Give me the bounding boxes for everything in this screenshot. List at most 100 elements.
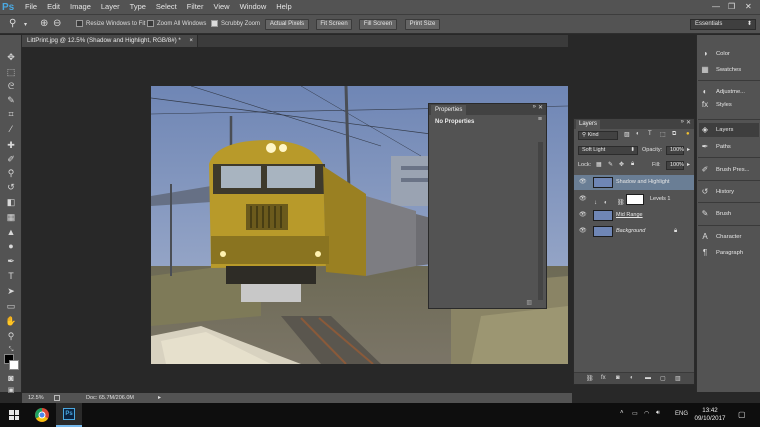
dock-item-swatches[interactable]: ▦ Swatches xyxy=(699,63,759,77)
minimize-button[interactable]: — xyxy=(712,2,720,11)
dock-item-paths[interactable]: ✒ Paths xyxy=(699,140,759,154)
blend-mode-select[interactable]: Soft Light ⬍ xyxy=(578,146,638,155)
zoom-tool-icon[interactable]: ⚲ xyxy=(9,18,16,29)
menu-help[interactable]: Help xyxy=(271,0,296,14)
wifi-icon[interactable]: ◠ xyxy=(644,410,649,417)
menu-edit[interactable]: Edit xyxy=(42,0,65,14)
gradient-tool-icon[interactable]: ▦ xyxy=(4,211,18,223)
layer-mask-thumbnail[interactable] xyxy=(626,194,644,205)
layer-row[interactable]: 👁︎ Shadow and Highlight xyxy=(574,175,694,190)
add-style-icon[interactable]: fx xyxy=(601,375,606,381)
filter-adjustment-icon[interactable]: ◐ xyxy=(636,131,640,137)
clone-stamp-tool-icon[interactable]: ⚲ xyxy=(4,167,18,179)
marquee-tool-icon[interactable]: ⬚ xyxy=(4,66,18,78)
close-icon[interactable]: ✕ xyxy=(538,104,543,111)
actual-pixels-button[interactable]: Actual Pixels xyxy=(265,19,309,30)
eraser-tool-icon[interactable]: ◧ xyxy=(4,196,18,208)
path-selection-tool-icon[interactable]: ➤ xyxy=(4,285,18,297)
status-export-icon[interactable] xyxy=(54,395,60,401)
dodge-tool-icon[interactable]: ● xyxy=(4,240,18,252)
lasso-tool-icon[interactable]: ᘓ xyxy=(4,80,18,92)
lock-pixels-icon[interactable]: ✎ xyxy=(608,161,613,168)
zoom-in-icon[interactable]: ⊕ xyxy=(40,18,48,29)
menu-image[interactable]: Image xyxy=(65,0,96,14)
filter-toggle-icon[interactable]: ● xyxy=(686,131,690,137)
language-indicator[interactable]: ENG xyxy=(675,411,688,417)
menu-select[interactable]: Select xyxy=(151,0,182,14)
status-menu-arrow-icon[interactable]: ▸ xyxy=(158,393,161,403)
quick-select-tool-icon[interactable]: ✎ xyxy=(4,94,18,106)
close-button[interactable]: ✕ xyxy=(745,2,752,11)
menu-file[interactable]: File xyxy=(20,0,42,14)
layer-row[interactable]: 👁︎ Background 🔒︎ xyxy=(574,224,694,239)
lock-all-icon[interactable]: 🔒︎ xyxy=(631,161,634,168)
zoom-all-windows-checkbox[interactable]: Zoom All Windows xyxy=(147,20,206,27)
add-mask-icon[interactable]: ◙ xyxy=(616,375,620,381)
healing-brush-tool-icon[interactable]: ✚ xyxy=(4,139,18,151)
notifications-icon[interactable]: ▢ xyxy=(738,410,746,419)
network-icon[interactable]: ▭ xyxy=(632,410,638,417)
rectangle-tool-icon[interactable]: ▭ xyxy=(4,300,18,312)
tab-layers[interactable]: Layers xyxy=(576,120,601,129)
fit-screen-button[interactable]: Fit Screen xyxy=(316,19,352,30)
properties-scrollbar[interactable] xyxy=(538,142,543,300)
filter-shape-icon[interactable]: ⬚ xyxy=(660,131,666,138)
volume-icon[interactable]: 🔊︎ xyxy=(656,410,660,417)
dock-item-layers[interactable]: ◈ Layers xyxy=(699,123,759,137)
print-size-button[interactable]: Print Size xyxy=(405,19,440,30)
lock-transparent-icon[interactable]: ▦ xyxy=(596,161,602,168)
filter-pixel-icon[interactable]: ▨ xyxy=(624,131,630,138)
link-layers-icon[interactable]: ⛓ xyxy=(586,375,594,382)
new-adjustment-icon[interactable]: ◐ xyxy=(630,375,634,381)
panel-menu-icon[interactable]: ≡ xyxy=(538,116,542,123)
dock-item-character[interactable]: A Character xyxy=(699,230,759,244)
chrome-taskbar-icon[interactable] xyxy=(29,403,55,427)
crop-tool-icon[interactable]: ⌗ xyxy=(4,108,18,120)
type-tool-icon[interactable]: T xyxy=(4,270,18,282)
layer-row[interactable]: 👁︎ ↓ ◐ ⛓ Levels 1 xyxy=(574,192,694,207)
resize-windows-checkbox[interactable]: Resize Windows to Fit xyxy=(76,20,145,27)
close-icon[interactable]: ✕ xyxy=(686,119,691,126)
blur-tool-icon[interactable]: ▲ xyxy=(4,226,18,238)
fill-screen-button[interactable]: Fill Screen xyxy=(359,19,397,30)
dock-item-history[interactable]: ↺ History xyxy=(699,185,759,199)
dock-item-adjustments[interactable]: ◐ Adjustme... xyxy=(699,85,759,99)
chevron-down-icon[interactable]: ▸ xyxy=(687,146,690,153)
eyedropper-tool-icon[interactable]: ⁄ xyxy=(4,123,18,135)
collapse-icon[interactable]: » xyxy=(681,119,684,125)
dock-item-brush[interactable]: ✎ Brush xyxy=(699,207,759,221)
restore-button[interactable]: ❐ xyxy=(728,2,735,11)
move-tool-icon[interactable]: ✥ xyxy=(4,51,18,63)
history-brush-tool-icon[interactable]: ↺ xyxy=(4,181,18,193)
opacity-input[interactable]: 100% xyxy=(666,146,684,155)
hand-tool-icon[interactable]: ✋ xyxy=(4,315,18,327)
lock-position-icon[interactable]: ✥ xyxy=(619,161,624,168)
visibility-eye-icon[interactable]: 👁︎ xyxy=(579,208,587,223)
zoom-tool-icon[interactable]: ⚲ xyxy=(4,330,18,342)
quick-mask-icon[interactable]: ◙ xyxy=(4,372,18,384)
zoom-level[interactable]: 12.5% xyxy=(28,393,44,403)
menu-view[interactable]: View xyxy=(208,0,234,14)
pen-tool-icon[interactable]: ✒ xyxy=(4,255,18,267)
menu-layer[interactable]: Layer xyxy=(96,0,125,14)
trash-icon[interactable]: ▥ xyxy=(526,299,532,306)
menu-window[interactable]: Window xyxy=(235,0,272,14)
close-tab-icon[interactable]: × xyxy=(189,35,193,47)
new-layer-icon[interactable]: ▢ xyxy=(660,375,666,382)
fill-input[interactable]: 100% xyxy=(666,161,684,170)
scrubby-zoom-checkbox[interactable]: Scrubby Zoom xyxy=(211,20,260,27)
dock-item-styles[interactable]: fx Styles xyxy=(699,101,759,109)
visibility-eye-icon[interactable]: 👁︎ xyxy=(579,224,587,239)
chevron-down-icon[interactable]: ▸ xyxy=(687,161,690,168)
layer-row[interactable]: 👁︎ Mid Range xyxy=(574,208,694,223)
background-color-swatch[interactable] xyxy=(9,360,19,370)
menu-filter[interactable]: Filter xyxy=(182,0,209,14)
visibility-eye-icon[interactable]: 👁︎ xyxy=(579,192,587,207)
screen-mode-icon[interactable]: ▣ xyxy=(4,385,18,397)
chevron-down-icon[interactable]: ▾ xyxy=(24,21,27,28)
visibility-eye-icon[interactable]: 👁︎ xyxy=(579,175,587,190)
filter-smart-object-icon[interactable]: ⧉ xyxy=(672,131,676,138)
dock-item-color[interactable]: ◑ Color xyxy=(699,47,759,61)
collapse-icon[interactable]: » xyxy=(533,104,536,110)
tab-properties[interactable]: Properties xyxy=(431,105,467,115)
